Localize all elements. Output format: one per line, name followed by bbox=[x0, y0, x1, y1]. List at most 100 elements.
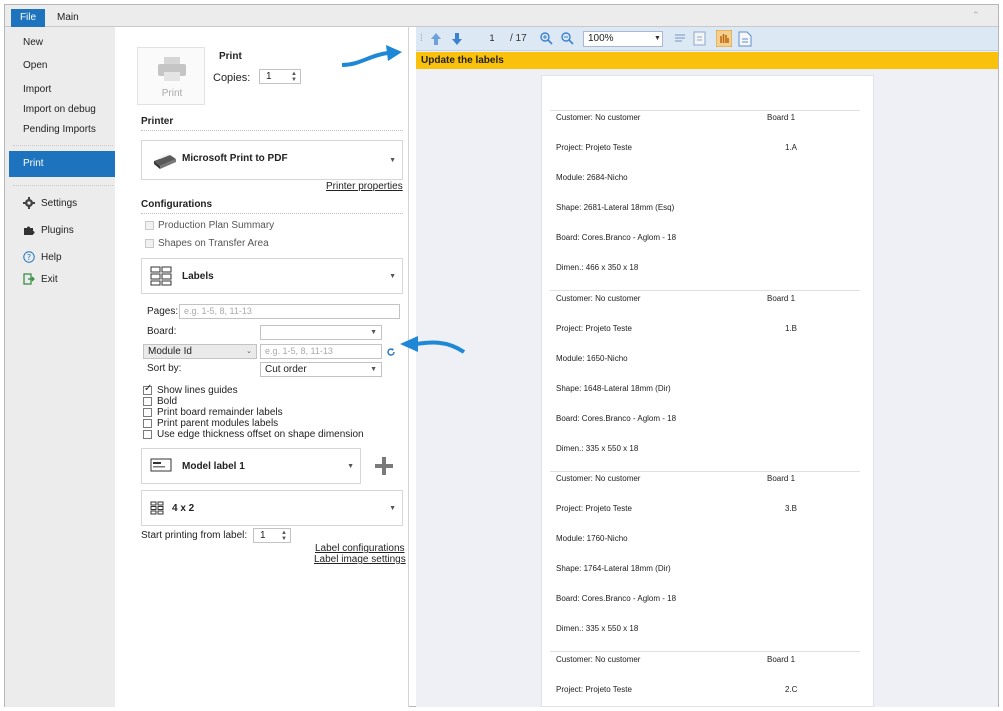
nav-new[interactable]: New bbox=[23, 37, 43, 48]
nav-settings[interactable]: Settings bbox=[23, 197, 77, 209]
label-customer: Customer: No customer bbox=[556, 474, 641, 483]
print-heading: Print bbox=[219, 51, 242, 62]
model-label-value: Model label 1 bbox=[182, 461, 245, 472]
start-label: Start printing from label: bbox=[141, 530, 248, 541]
option-label: Show lines guides bbox=[157, 385, 238, 396]
add-model-icon[interactable] bbox=[374, 456, 394, 476]
labels-grid-icon bbox=[150, 266, 172, 286]
chevron-down-icon: ⌄ bbox=[246, 348, 252, 355]
model-label-select[interactable]: Model label 1 ▼ bbox=[141, 448, 361, 484]
zoom-select[interactable]: 100% bbox=[583, 31, 663, 47]
divider bbox=[141, 130, 403, 131]
label-code: 1.B bbox=[785, 324, 798, 333]
nav-exit-label: Exit bbox=[41, 273, 58, 285]
printer-name: Microsoft Print to PDF bbox=[182, 153, 288, 164]
label-module: Module: 1650-Nicho bbox=[556, 354, 628, 363]
document-icon[interactable] bbox=[738, 31, 752, 47]
export-icon[interactable] bbox=[693, 31, 706, 46]
label-customer: Customer: No customer bbox=[556, 113, 641, 122]
page-number-input[interactable]: 1 bbox=[474, 31, 506, 47]
print-button[interactable]: Print bbox=[137, 47, 205, 105]
label-project: Project: Projeto Teste bbox=[556, 685, 632, 694]
label-configurations-link[interactable]: Label configurations bbox=[315, 543, 405, 554]
page-total: / 17 bbox=[510, 33, 527, 44]
nav-divider bbox=[13, 145, 113, 146]
label-image-settings-link[interactable]: Label image settings bbox=[314, 554, 406, 565]
nav-pending-imports[interactable]: Pending Imports bbox=[23, 124, 96, 135]
copies-label: Copies: bbox=[213, 72, 251, 84]
nav-settings-label: Settings bbox=[41, 197, 78, 209]
shapes-transfer-checkbox[interactable] bbox=[145, 239, 154, 248]
nav-open[interactable]: Open bbox=[23, 60, 47, 71]
configurations-heading: Configurations bbox=[141, 199, 213, 210]
chevron-down-icon: ▼ bbox=[347, 463, 354, 470]
label-project: Project: Projeto Teste bbox=[556, 504, 632, 513]
app-window: File Main ⌃ New Open Import Import on de… bbox=[4, 4, 999, 707]
layout-select[interactable]: 4 x 2 ▼ bbox=[141, 490, 403, 526]
label-shape: Shape: 2681-Lateral 18mm (Esq) bbox=[556, 203, 675, 212]
nav-help[interactable]: ? Help bbox=[23, 251, 62, 263]
puzzle-icon bbox=[23, 224, 35, 236]
refresh-icon[interactable] bbox=[386, 347, 396, 357]
label-board-desc: Board: Cores.Branco - Aglom - 18 bbox=[556, 414, 677, 423]
page-setup-icon[interactable] bbox=[674, 32, 686, 45]
tab-main[interactable]: Main bbox=[57, 9, 79, 27]
backstage-nav: New Open Import Import on debug Pending … bbox=[5, 27, 115, 707]
label-code: 2.C bbox=[785, 685, 798, 694]
nav-import-debug[interactable]: Import on debug bbox=[23, 104, 96, 115]
zoom-out-icon[interactable] bbox=[561, 32, 574, 45]
nav-print[interactable]: Print bbox=[9, 151, 115, 177]
option-checkbox[interactable] bbox=[143, 419, 152, 428]
label-code: 1.A bbox=[785, 143, 798, 152]
print-type-select[interactable]: Labels ▼ bbox=[141, 258, 403, 294]
spinner-arrows-icon[interactable]: ▲ ▼ bbox=[291, 71, 297, 83]
start-spinner[interactable]: 1 ▲ ▼ bbox=[253, 528, 291, 543]
printer-select[interactable]: Microsoft Print to PDF ▼ bbox=[141, 140, 403, 180]
collapse-ribbon-icon[interactable]: ⌃ bbox=[972, 11, 982, 20]
label-customer: Customer: No customer bbox=[556, 294, 641, 303]
pages-input[interactable]: e.g. 1-5, 8, 11-13 bbox=[179, 304, 400, 319]
zoom-in-icon[interactable] bbox=[540, 32, 553, 45]
label-customer: Customer: No customer bbox=[556, 655, 641, 664]
copies-spinner[interactable]: 1 ▲ ▼ bbox=[259, 69, 301, 84]
option-checkbox[interactable] bbox=[143, 397, 152, 406]
option-label: Print board remainder labels bbox=[157, 407, 283, 418]
label-board: Board 1 bbox=[767, 113, 796, 122]
sort-select[interactable]: Cut order ▼ bbox=[260, 362, 382, 377]
production-plan-label: Production Plan Summary bbox=[158, 220, 275, 231]
exit-icon bbox=[23, 273, 35, 285]
label-board: Board 1 bbox=[767, 294, 796, 303]
spinner-arrows-icon[interactable]: ▲ ▼ bbox=[281, 530, 287, 542]
previous-page-icon[interactable] bbox=[430, 32, 442, 46]
svg-text:?: ? bbox=[27, 253, 31, 262]
module-id-input[interactable]: e.g. 1-5, 8, 11-13 bbox=[260, 344, 382, 359]
production-plan-checkbox[interactable] bbox=[145, 221, 154, 230]
update-labels-banner[interactable]: Update the labels bbox=[416, 52, 998, 69]
option-checkbox[interactable] bbox=[143, 430, 152, 439]
option-checkbox[interactable] bbox=[143, 408, 152, 417]
option-checkbox[interactable] bbox=[143, 383, 152, 395]
next-page-icon[interactable] bbox=[451, 32, 463, 46]
label-project: Project: Projeto Teste bbox=[556, 324, 632, 333]
callout-arrow-icon bbox=[341, 45, 402, 67]
chevron-down-icon[interactable]: ▼ bbox=[654, 31, 661, 47]
tab-file[interactable]: File bbox=[11, 9, 45, 27]
hand-tool-icon[interactable] bbox=[716, 30, 732, 47]
option-label: Bold bbox=[157, 396, 178, 407]
label-dimensions: Dimen.: 335 x 550 x 18 bbox=[556, 444, 639, 453]
nav-exit[interactable]: Exit bbox=[23, 273, 58, 285]
printer-properties-link[interactable]: Printer properties bbox=[326, 181, 403, 192]
nav-import[interactable]: Import bbox=[23, 84, 51, 95]
label-shape: Shape: 1648-Lateral 18mm (Dir) bbox=[556, 384, 671, 393]
module-id-select[interactable]: Module Id ⌄ bbox=[143, 344, 257, 359]
pages-label: Pages: bbox=[147, 306, 179, 317]
board-select[interactable]: ▼ bbox=[260, 325, 382, 340]
shapes-transfer-label: Shapes on Transfer Area bbox=[158, 238, 269, 249]
label-board-desc: Board: Cores.Branco - Aglom - 18 bbox=[556, 594, 677, 603]
ribbon-tabs: File Main ⌃ bbox=[5, 5, 998, 27]
label-shape: Shape: 1764-Lateral 18mm (Dir) bbox=[556, 564, 671, 573]
nav-plugins[interactable]: Plugins bbox=[23, 224, 74, 236]
copies-value: 1 bbox=[266, 71, 272, 82]
gear-icon bbox=[23, 197, 35, 209]
label-board: Board 1 bbox=[767, 474, 796, 483]
